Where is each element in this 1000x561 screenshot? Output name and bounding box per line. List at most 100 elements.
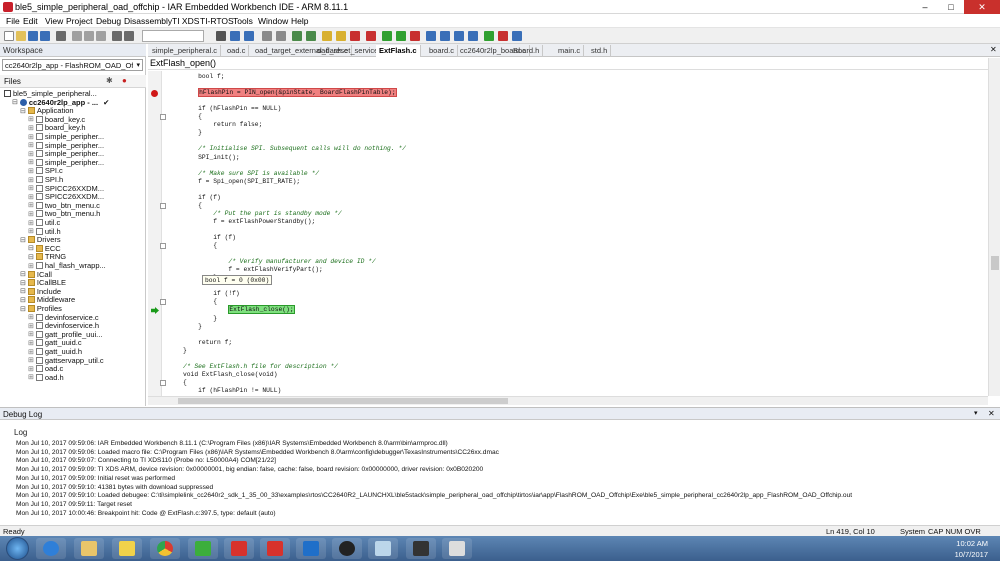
fold-toggle-icon[interactable]	[160, 114, 166, 121]
expand-toggle-icon[interactable]: ⊞	[28, 176, 34, 184]
paste-icon[interactable]	[96, 31, 106, 41]
close-tab-icon[interactable]: ✕	[990, 45, 997, 54]
bookmark-next-icon[interactable]	[276, 31, 286, 41]
explorer-icon[interactable]	[81, 541, 97, 556]
download-debug-icon[interactable]	[396, 31, 406, 41]
ti-icon[interactable]	[267, 541, 283, 556]
expand-toggle-icon[interactable]: ⊞	[28, 313, 34, 321]
expand-toggle-icon[interactable]: ⊞	[28, 210, 34, 218]
expand-toggle-icon[interactable]: ⊞	[28, 158, 34, 166]
expand-toggle-icon[interactable]: ⊟	[28, 253, 34, 261]
menu-disassembly[interactable]: Disassembly	[124, 16, 172, 26]
app-icon[interactable]	[339, 541, 355, 556]
expand-toggle-icon[interactable]: ⊞	[28, 150, 34, 158]
new-file-icon[interactable]	[4, 31, 14, 41]
outlook-icon[interactable]	[303, 541, 319, 556]
vertical-scrollbar[interactable]	[988, 58, 1000, 396]
expand-toggle-icon[interactable]: ⊞	[28, 373, 34, 381]
menu-project[interactable]: Project	[66, 16, 92, 26]
expand-toggle-icon[interactable]: ⊞	[28, 184, 34, 192]
ie-icon[interactable]	[43, 541, 59, 556]
redo-icon[interactable]	[124, 31, 134, 41]
expand-toggle-icon[interactable]: ⊟	[28, 244, 34, 252]
stop-debug-icon[interactable]	[410, 31, 420, 41]
cut-icon[interactable]	[72, 31, 82, 41]
step-into-icon[interactable]	[440, 31, 450, 41]
expand-toggle-icon[interactable]: ⊞	[28, 330, 34, 338]
editor-tab[interactable]: ExtFlash.c	[376, 45, 421, 57]
expand-toggle-icon[interactable]: ⊞	[28, 167, 34, 175]
chrome-icon[interactable]	[157, 541, 173, 556]
expand-toggle-icon[interactable]: ⊞	[28, 227, 34, 235]
breakpoint-icon[interactable]	[151, 89, 158, 97]
start-button[interactable]	[6, 537, 29, 560]
undo-icon[interactable]	[112, 31, 122, 41]
expand-toggle-icon[interactable]: ⊞	[28, 133, 34, 141]
menu-ti-rtos[interactable]: TI-RTOS	[200, 16, 234, 26]
maximize-button[interactable]: □	[938, 0, 964, 14]
expand-toggle-icon[interactable]: ⊟	[20, 279, 26, 287]
expand-toggle-icon[interactable]: ⊞	[28, 322, 34, 330]
app-icon[interactable]	[375, 541, 391, 556]
open-folder-icon[interactable]	[16, 31, 26, 41]
expand-toggle-icon[interactable]: ⊟	[20, 270, 26, 278]
expand-toggle-icon[interactable]: ⊞	[28, 262, 34, 270]
expand-toggle-icon[interactable]: ⊞	[28, 365, 34, 373]
expand-toggle-icon[interactable]: ⊞	[28, 339, 34, 347]
expand-toggle-icon[interactable]: ⊞	[28, 115, 34, 123]
expand-toggle-icon[interactable]: ⊞	[28, 193, 34, 201]
fold-toggle-icon[interactable]	[160, 243, 166, 250]
navigate-back-icon[interactable]	[292, 31, 302, 41]
fold-toggle-icon[interactable]	[160, 379, 166, 386]
editor-tab[interactable]: simple_peripheral.c	[149, 45, 222, 57]
gear-icon[interactable]: ✱	[106, 76, 113, 85]
tree-item[interactable]: ⊞ oad.h	[28, 373, 64, 382]
bookmark-icon[interactable]	[262, 31, 272, 41]
expand-toggle-icon[interactable]: ⊟	[12, 98, 18, 106]
find-next-icon[interactable]	[230, 31, 240, 41]
expand-toggle-icon[interactable]: ⊟	[20, 287, 26, 295]
expand-toggle-icon[interactable]: ⊞	[28, 348, 34, 356]
system-clock[interactable]: 10:02 AM 10/7/2017	[902, 536, 1000, 561]
editor-tab[interactable]: oad.c	[224, 45, 250, 57]
close-button[interactable]: ✕	[964, 0, 1000, 14]
fold-toggle-icon[interactable]	[160, 202, 166, 209]
expand-toggle-icon[interactable]: ⊞	[28, 201, 34, 209]
expand-toggle-icon[interactable]: ⊟	[20, 296, 26, 304]
expand-toggle-icon[interactable]: ⊞	[28, 356, 34, 364]
expand-toggle-icon[interactable]: ⊞	[28, 141, 34, 149]
minimize-button[interactable]: –	[912, 0, 938, 14]
expand-toggle-icon[interactable]: ⊟	[20, 236, 26, 244]
notes-icon[interactable]	[119, 541, 135, 556]
config-select[interactable]: cc2640r2lp_app - FlashROM_OAD_Offchip ▾	[2, 59, 143, 71]
search-icon[interactable]	[216, 31, 226, 41]
step-out-icon[interactable]	[454, 31, 464, 41]
expand-toggle-icon[interactable]: ⊟	[20, 107, 26, 115]
step-over-icon[interactable]	[426, 31, 436, 41]
break-icon[interactable]	[512, 31, 522, 41]
code-editor[interactable]: bool f; hFlashPin = PIN_open(&pinState, …	[148, 71, 988, 396]
make-icon[interactable]	[336, 31, 346, 41]
scroll-thumb[interactable]	[991, 256, 999, 270]
find-combo[interactable]	[142, 30, 204, 42]
app-icon[interactable]	[449, 541, 465, 556]
hscroll-thumb[interactable]	[178, 398, 508, 404]
fold-toggle-icon[interactable]	[160, 299, 166, 306]
expand-toggle-icon[interactable]: ⊞	[28, 124, 34, 132]
run-to-cursor-icon[interactable]	[484, 31, 494, 41]
android-icon[interactable]	[195, 541, 211, 556]
menu-help[interactable]: Help	[291, 16, 308, 26]
navigate-forward-icon[interactable]	[306, 31, 316, 41]
find-prev-icon[interactable]	[244, 31, 254, 41]
go-icon[interactable]	[382, 31, 392, 41]
save-all-icon[interactable]	[40, 31, 50, 41]
toggle-breakpoint-icon[interactable]	[366, 31, 376, 41]
compile-icon[interactable]	[322, 31, 332, 41]
menu-view[interactable]: View	[45, 16, 63, 26]
reset-icon[interactable]	[498, 31, 508, 41]
copy-icon[interactable]	[84, 31, 94, 41]
stop-build-icon[interactable]	[350, 31, 360, 41]
chevron-down-icon[interactable]: ▾	[974, 409, 978, 417]
menu-ti-xds[interactable]: TI XDS	[172, 16, 199, 26]
expand-toggle-icon[interactable]: ⊞	[28, 219, 34, 227]
